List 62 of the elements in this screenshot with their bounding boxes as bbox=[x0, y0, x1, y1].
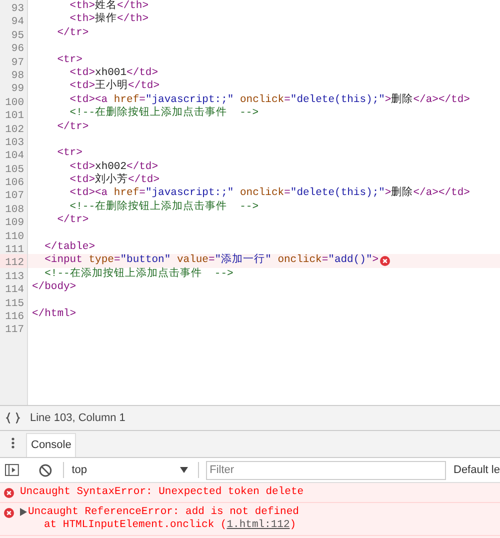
line-number: 105 bbox=[5, 164, 24, 176]
line-number: 99 bbox=[11, 83, 24, 96]
error-icon bbox=[4, 508, 14, 518]
code-line: <!--在删除按钮上添加点击事件 --> bbox=[68, 107, 259, 121]
cursor-position: Line 103, Column 1 bbox=[30, 410, 126, 426]
code-line: </table> bbox=[44, 241, 96, 254]
code-line: </tr> bbox=[56, 26, 89, 40]
line-number: 98 bbox=[11, 70, 24, 82]
line-number: 115 bbox=[5, 298, 24, 310]
line-number: 96 bbox=[11, 43, 24, 56]
code-line: <th>操作</th> bbox=[68, 13, 149, 27]
line-number: 103 bbox=[5, 136, 24, 149]
code-line: <td>xh001</td> bbox=[68, 66, 158, 79]
line-number: 102 bbox=[5, 124, 24, 136]
line-number: 107 bbox=[5, 190, 24, 202]
clear-icon[interactable] bbox=[38, 464, 52, 476]
code-line: <!--在删除按钮上添加点击事件 --> bbox=[68, 200, 259, 214]
stack-trace: at HTMLInputElement.onclick (1.html:112) bbox=[43, 519, 298, 532]
code-line: <!--在添加按钮上添加点击事件 --> bbox=[44, 268, 234, 281]
code-line: <td>王小明</td> bbox=[68, 80, 160, 94]
line-number: 113 bbox=[5, 270, 24, 283]
error-icon bbox=[380, 256, 390, 266]
sidebar-toggle-icon[interactable] bbox=[5, 464, 19, 476]
code-line: <td><a href="javascript:;" onclick="delete(this);">删除</a></td> bbox=[68, 94, 470, 106]
line-number: 116 bbox=[5, 310, 24, 323]
code-line: <input type="button" value="添加一行" onclick="add()"> bbox=[44, 254, 379, 267]
expand-arrow-icon[interactable] bbox=[20, 508, 27, 516]
error-message: Uncaught ReferenceError: add is not defined bbox=[28, 506, 299, 519]
line-number: 110 bbox=[5, 230, 24, 243]
line-number: 93 bbox=[11, 3, 24, 15]
filter-field[interactable]: Filter bbox=[206, 460, 446, 480]
line-number: 109 bbox=[5, 217, 24, 230]
line-number: 95 bbox=[11, 30, 24, 42]
line-number: 101 bbox=[5, 110, 24, 122]
code-line: </tr> bbox=[56, 120, 89, 134]
code-line: <td>xh002</td> bbox=[68, 160, 158, 173]
context-dropdown[interactable]: top bbox=[64, 462, 198, 478]
line-number: 117 bbox=[5, 324, 24, 336]
line-number: 112 bbox=[5, 257, 24, 270]
line-number: 108 bbox=[5, 204, 24, 216]
code-line: </html> bbox=[32, 308, 76, 322]
line-number: 97 bbox=[11, 56, 24, 69]
code-line: </body> bbox=[32, 281, 76, 295]
code-line: </tr> bbox=[56, 214, 89, 228]
log-levels-dropdown[interactable]: Default le bbox=[454, 462, 500, 478]
code-line: <td>刘小芳</td> bbox=[68, 174, 160, 187]
line-number: 94 bbox=[11, 16, 24, 28]
source-link[interactable]: 1.html:112 bbox=[226, 519, 290, 531]
drawer-tab[interactable]: Console bbox=[26, 433, 76, 457]
line-number: 114 bbox=[5, 284, 24, 296]
more-menu-icon[interactable] bbox=[11, 437, 15, 449]
line-number: 111 bbox=[5, 244, 24, 256]
line-number: 106 bbox=[5, 177, 24, 190]
error-message: Uncaught SyntaxError: Unexpected token delete bbox=[20, 486, 304, 499]
error-icon bbox=[4, 488, 14, 498]
code-line: <tr> bbox=[56, 54, 82, 67]
code-line: <tr> bbox=[56, 147, 82, 161]
line-number: 104 bbox=[5, 150, 24, 162]
braces-icon[interactable] bbox=[6, 412, 20, 424]
code-line: <td><a href="javascript:;" onclick="delete(this);">删除</a></td> bbox=[68, 187, 470, 200]
dropdown-arrow-icon bbox=[180, 467, 188, 473]
line-number: 100 bbox=[5, 96, 24, 109]
